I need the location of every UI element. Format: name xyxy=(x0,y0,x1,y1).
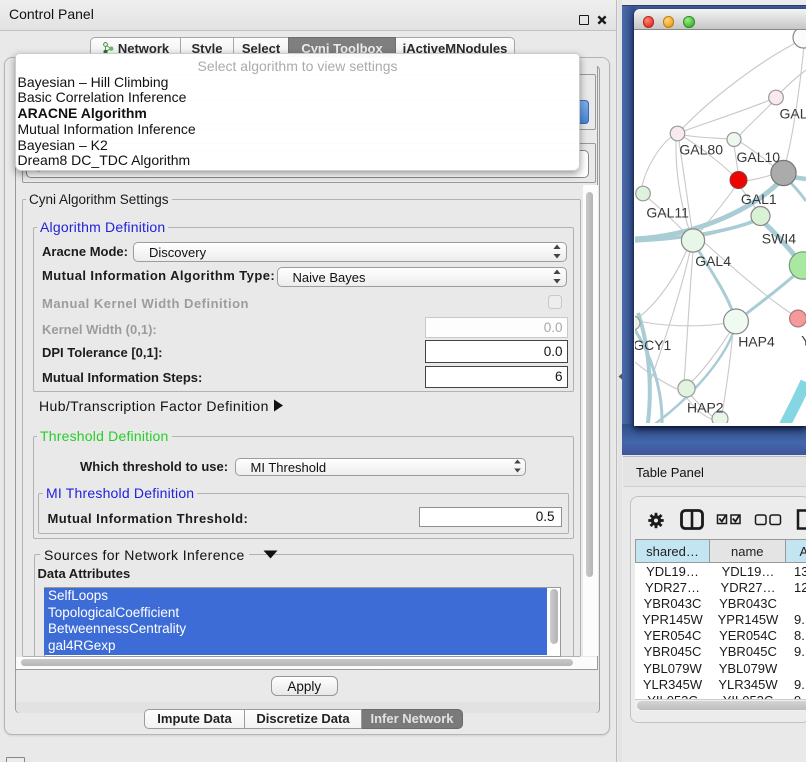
svg-text:GAL4: GAL4 xyxy=(695,253,731,269)
svg-text:GAL80: GAL80 xyxy=(679,142,723,158)
svg-text:GCY1: GCY1 xyxy=(635,337,672,353)
svg-text:GAL: GAL xyxy=(780,106,806,122)
svg-text:HAP4: HAP4 xyxy=(738,334,775,350)
svg-text:SWI4: SWI4 xyxy=(762,231,796,247)
svg-text:GAL10: GAL10 xyxy=(737,149,781,165)
svg-text:Y: Y xyxy=(801,333,806,349)
svg-text:GAL11: GAL11 xyxy=(646,205,689,221)
svg-text:HAP2: HAP2 xyxy=(687,399,724,415)
svg-text:GAL1: GAL1 xyxy=(741,191,777,207)
